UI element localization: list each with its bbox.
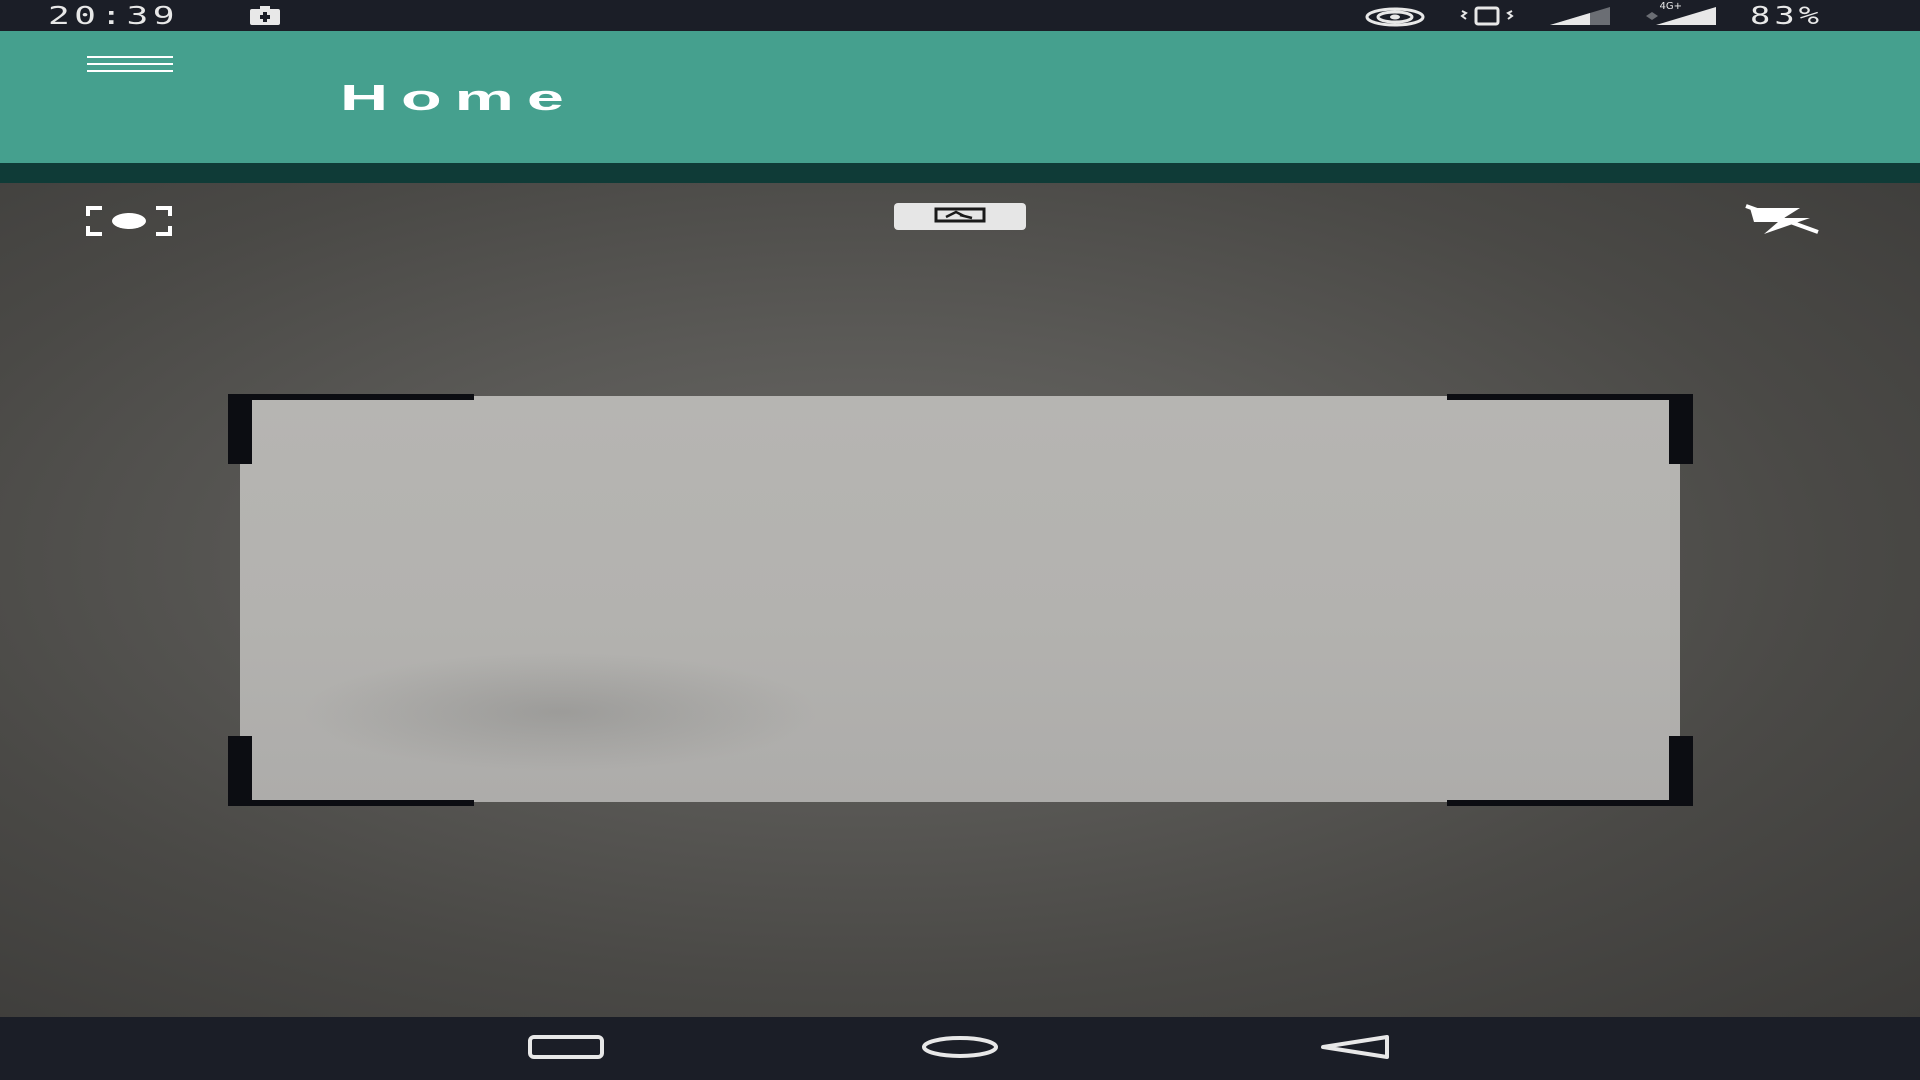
hamburger-menu-icon xyxy=(85,54,175,80)
switch-camera-icon xyxy=(932,206,988,228)
switch-camera-button[interactable] xyxy=(894,203,1026,230)
app-bar-divider xyxy=(0,163,1920,183)
scan-corner-top-right xyxy=(1447,394,1693,400)
scan-corner-bottom-left xyxy=(228,800,474,806)
flash-toggle-button[interactable] xyxy=(1740,201,1824,241)
hotspot-icon xyxy=(1364,5,1426,27)
signal-icon xyxy=(1548,5,1612,27)
scan-corner-bottom-right xyxy=(1447,800,1693,806)
scan-corner-top-left xyxy=(228,394,474,400)
focus-button[interactable] xyxy=(84,203,174,243)
vibrate-icon xyxy=(1456,5,1518,27)
app-bar: Home xyxy=(0,31,1920,163)
back-button[interactable] xyxy=(1310,1029,1400,1069)
signal-4g-icon: 4G+ xyxy=(1642,1,1719,27)
scan-corner-top-right xyxy=(1669,394,1693,464)
battery-percent: 83% xyxy=(1750,1,1824,30)
network-type-label: 4G+ xyxy=(1659,1,1683,12)
status-bar: 20:39 4G+ 83% xyxy=(0,0,1920,31)
home-button[interactable] xyxy=(915,1029,1005,1069)
back-icon xyxy=(1317,1034,1393,1064)
menu-button[interactable] xyxy=(82,54,178,96)
focus-icon xyxy=(84,204,174,242)
scan-corner-bottom-right xyxy=(1669,736,1693,806)
scan-corner-top-left xyxy=(228,394,252,464)
status-right: 4G+ 83% xyxy=(1364,1,1871,30)
camera-preview[interactable] xyxy=(0,183,1920,1017)
status-time: 20:39 xyxy=(48,1,179,30)
flash-off-icon xyxy=(1740,202,1824,240)
navigation-bar xyxy=(0,1017,1920,1080)
page-title: Home xyxy=(340,77,577,118)
recents-icon xyxy=(527,1034,605,1064)
home-icon xyxy=(920,1034,1000,1064)
status-left: 20:39 xyxy=(48,1,282,30)
scan-corner-bottom-left xyxy=(228,736,252,806)
scan-area xyxy=(240,396,1680,802)
recents-button[interactable] xyxy=(521,1029,611,1069)
